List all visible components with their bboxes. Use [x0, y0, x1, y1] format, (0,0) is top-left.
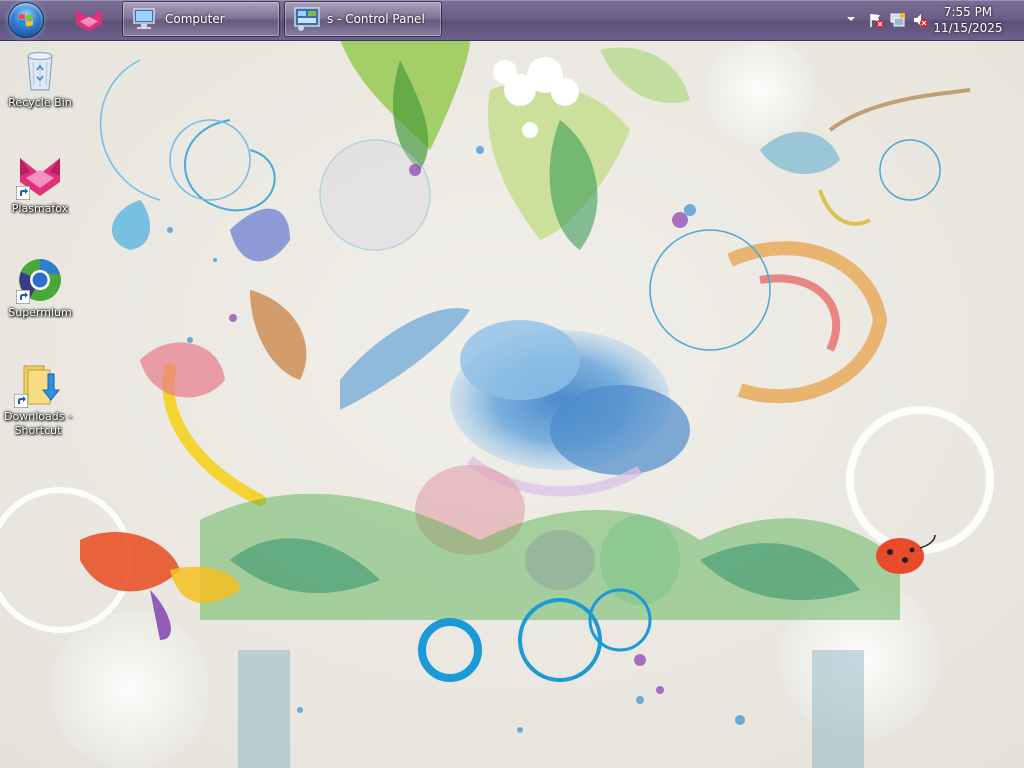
- desktop-icon-downloads-shortcut[interactable]: Downloads - Shortcut: [0, 360, 76, 438]
- clock-date: 11/15/2025: [933, 21, 1003, 35]
- quick-launch-plasmafox[interactable]: [68, 4, 110, 36]
- control-panel-icon: [294, 7, 320, 31]
- desktop-icon-supermium[interactable]: Supermium: [2, 256, 78, 320]
- windows-start-orb-icon: [8, 2, 44, 38]
- plasmafox-icon: [76, 9, 102, 32]
- desktop-icon-plasmafox[interactable]: Plasmafox: [2, 152, 78, 216]
- show-hidden-icons-chevron-icon[interactable]: [846, 14, 856, 24]
- desktop-icon-recycle-bin[interactable]: Recycle Bin: [2, 46, 78, 110]
- shortcut-arrow-icon: [16, 186, 30, 200]
- desktop-icon-label: Supermium: [8, 306, 72, 319]
- shortcut-arrow-icon: [16, 290, 30, 304]
- folder-downloads-icon: [14, 360, 62, 408]
- plasmafox-icon: [16, 152, 64, 200]
- taskbar-button-label: s - Control Panel: [327, 12, 425, 26]
- taskbar-button-computer[interactable]: Computer: [122, 1, 280, 37]
- start-button[interactable]: [6, 2, 46, 38]
- desktop-icon-label: Plasmafox: [11, 202, 69, 215]
- taskbar-button-label: Computer: [165, 12, 225, 26]
- taskbar-clock[interactable]: 7:55 PM 11/15/2025: [928, 4, 1008, 36]
- supermium-icon: [16, 256, 64, 304]
- desktop-wallpaper: [0, 0, 1024, 768]
- computer-icon: [133, 8, 155, 29]
- system-tray: 7:55 PM 11/15/2025: [834, 0, 1024, 40]
- desktop-icon-label: Recycle Bin: [8, 96, 72, 109]
- volume-muted-icon[interactable]: [912, 12, 928, 28]
- desktop-icon-label: Downloads - Shortcut: [4, 410, 72, 437]
- network-icon[interactable]: [890, 12, 906, 28]
- taskbar: Computer s - Control Panel 7:55 PM 11/15…: [0, 0, 1024, 41]
- taskbar-button-control-panel[interactable]: s - Control Panel: [284, 1, 442, 37]
- shortcut-arrow-icon: [14, 394, 28, 408]
- clock-time: 7:55 PM: [943, 5, 993, 19]
- recycle-bin-icon: [16, 46, 64, 94]
- action-center-flag-icon[interactable]: [868, 12, 884, 28]
